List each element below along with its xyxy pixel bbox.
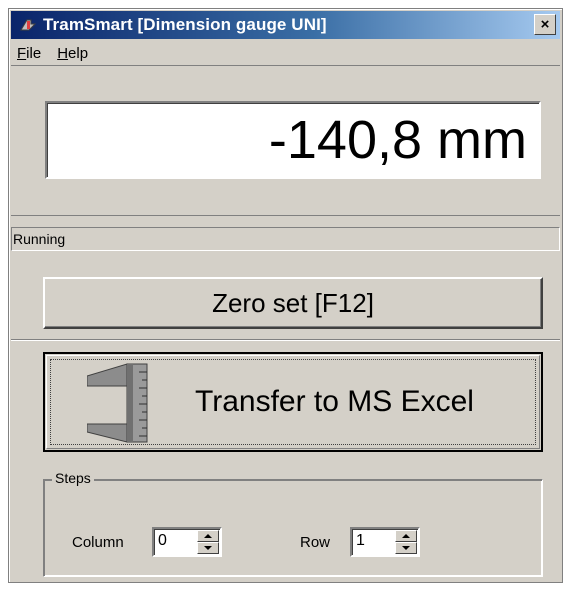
measurement-display: -140,8 mm <box>45 101 541 179</box>
column-label: Column <box>72 534 124 551</box>
arrow-up-icon <box>402 534 410 538</box>
arrow-down-icon <box>204 546 212 550</box>
menu-help[interactable]: Help <box>57 45 88 62</box>
row-spin-buttons <box>395 530 417 554</box>
column-spin-buttons <box>197 530 219 554</box>
row-value[interactable]: 1 <box>356 532 365 550</box>
menu-file[interactable]: File <box>17 45 41 62</box>
app-window: TramSmart [Dimension gauge UNI] × File H… <box>8 8 563 583</box>
steps-legend: Steps <box>52 470 94 486</box>
row-stepper[interactable]: 1 <box>350 527 420 557</box>
row-increment-button[interactable] <box>395 530 417 542</box>
menu-bar: File Help <box>11 41 560 66</box>
zero-set-label: Zero set [F12] <box>212 287 374 318</box>
row-decrement-button[interactable] <box>395 542 417 554</box>
close-icon: × <box>540 16 550 33</box>
column-decrement-button[interactable] <box>197 542 219 554</box>
measurement-panel: -140,8 mm <box>11 67 560 216</box>
status-bar: Running <box>11 227 560 251</box>
steps-group: Steps Column 0 Row 1 <box>43 470 543 577</box>
menu-file-rest: ile <box>26 44 42 62</box>
caliper-icon <box>87 363 148 443</box>
arrow-down-icon <box>402 546 410 550</box>
transfer-label: Transfer to MS Excel <box>195 385 474 418</box>
row-label: Row <box>300 534 331 551</box>
menu-help-accel: H <box>57 44 69 62</box>
arrow-up-icon <box>204 534 212 538</box>
title-bar[interactable]: TramSmart [Dimension gauge UNI] × <box>11 11 560 39</box>
column-value[interactable]: 0 <box>158 532 167 550</box>
menu-file-accel: F <box>17 44 27 62</box>
separator <box>11 339 560 341</box>
zero-set-button[interactable]: Zero set [F12] <box>43 277 543 329</box>
close-button[interactable]: × <box>534 14 556 35</box>
app-icon <box>19 16 37 34</box>
window-title: TramSmart [Dimension gauge UNI] <box>43 15 327 34</box>
menu-help-rest: elp <box>68 44 89 62</box>
column-stepper[interactable]: 0 <box>152 527 222 557</box>
status-text: Running <box>13 231 66 247</box>
transfer-to-excel-button[interactable]: Transfer to MS Excel <box>43 352 543 452</box>
column-increment-button[interactable] <box>197 530 219 542</box>
measurement-value: -140,8 mm <box>268 110 527 170</box>
